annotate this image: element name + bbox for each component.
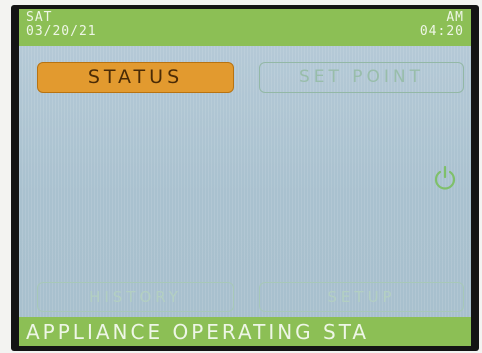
status-ticker-bar: APPLIANCE OPERATING STA [19, 317, 471, 346]
time-label: 04:20 [419, 24, 464, 39]
lcd-screen: SAT 03/20/21 AM 04:20 STATUS SET POINT H… [19, 9, 471, 346]
header-bar: SAT 03/20/21 AM 04:20 [19, 9, 471, 46]
date-display: SAT 03/20/21 [26, 11, 97, 39]
set-point-button[interactable]: SET POINT [259, 62, 464, 93]
status-ticker-text: APPLIANCE OPERATING STA [26, 320, 370, 344]
device-bezel: SAT 03/20/21 AM 04:20 STATUS SET POINT H… [0, 0, 482, 353]
status-button[interactable]: STATUS [37, 62, 234, 93]
date-label: 03/20/21 [26, 24, 97, 39]
history-button[interactable]: HISTORY [37, 282, 234, 312]
meridiem-label: AM [446, 10, 464, 25]
day-label: SAT [26, 10, 53, 25]
setup-button[interactable]: SETUP [259, 282, 464, 312]
power-icon[interactable] [433, 165, 457, 191]
time-display: AM 04:20 [420, 11, 464, 39]
